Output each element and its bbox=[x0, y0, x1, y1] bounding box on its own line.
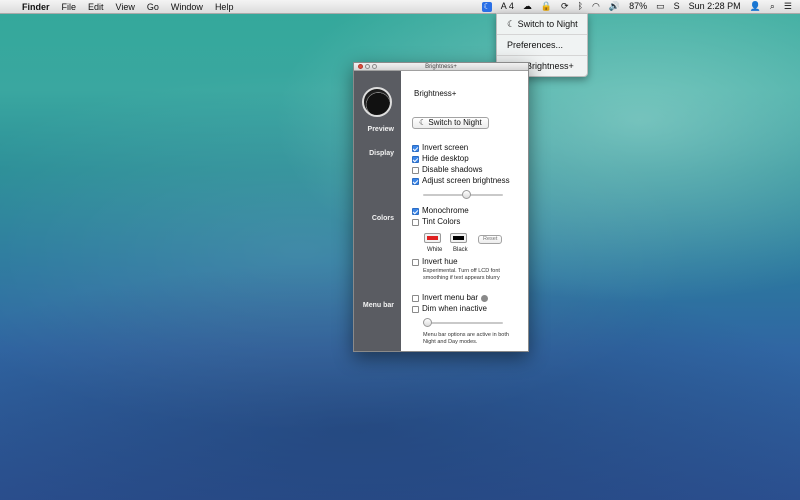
adobe-icon[interactable]: A 4 bbox=[501, 2, 514, 11]
volume-icon[interactable]: 🔊 bbox=[609, 2, 620, 11]
switch-to-night-button[interactable]: ☾ Switch to Night bbox=[412, 117, 489, 129]
monochrome-label: Monochrome bbox=[422, 206, 469, 215]
app-name-label: Brightness+ bbox=[414, 89, 457, 98]
lock-icon[interactable]: 🔒 bbox=[541, 2, 552, 11]
invert-screen-checkbox[interactable] bbox=[412, 144, 419, 152]
invert-hue-label: Invert hue bbox=[422, 257, 458, 266]
menu-file[interactable]: File bbox=[62, 2, 77, 12]
menu-bar-preview-dot-icon bbox=[481, 294, 489, 302]
black-color-fill bbox=[453, 236, 464, 240]
invert-menu-bar-label: Invert menu bar bbox=[422, 293, 479, 302]
disable-shadows-checkbox[interactable] bbox=[412, 166, 419, 174]
disable-shadows-option[interactable]: Disable shadows bbox=[412, 165, 482, 175]
invert-hue-note: Experimental. Turn off LCD font smoothin… bbox=[423, 268, 500, 281]
preview-eye-icon bbox=[362, 87, 392, 117]
notification-center-icon[interactable]: ☰ bbox=[784, 2, 792, 11]
white-label: White bbox=[427, 247, 443, 253]
tint-colors-checkbox[interactable] bbox=[412, 218, 419, 226]
reset-colors-button[interactable]: Reset bbox=[478, 235, 503, 244]
skype-icon[interactable]: S bbox=[674, 2, 680, 11]
clock[interactable]: Sun 2:28 PM bbox=[689, 2, 741, 11]
preferences-window: Brightness+ Preview Display Colors Menu … bbox=[353, 62, 529, 352]
spotlight-search-icon[interactable]: ⌕ bbox=[770, 2, 775, 11]
section-label-preview: Preview bbox=[367, 126, 394, 133]
monochrome-checkbox[interactable] bbox=[412, 207, 419, 215]
white-color-well[interactable] bbox=[424, 233, 441, 243]
section-label-colors: Colors bbox=[371, 215, 394, 222]
menu-window[interactable]: Window bbox=[171, 2, 203, 12]
menu-bar: Finder File Edit View Go Window Help ☾ A… bbox=[0, 0, 800, 14]
adjust-brightness-label: Adjust screen brightness bbox=[422, 176, 510, 185]
invert-menu-bar-checkbox[interactable] bbox=[412, 294, 419, 302]
adjust-brightness-option[interactable]: Adjust screen brightness bbox=[412, 176, 510, 186]
menu-item-switch-to-night[interactable]: ☾ Switch to Night bbox=[497, 16, 587, 32]
window-titlebar[interactable]: Brightness+ bbox=[354, 63, 528, 71]
hide-desktop-label: Hide desktop bbox=[422, 154, 469, 163]
black-color-well[interactable] bbox=[450, 233, 467, 243]
invert-hue-checkbox[interactable] bbox=[412, 258, 419, 266]
menu-item-preferences[interactable]: Preferences... bbox=[497, 37, 587, 53]
dim-slider[interactable] bbox=[423, 318, 503, 327]
hide-desktop-option[interactable]: Hide desktop bbox=[412, 154, 469, 164]
dim-when-inactive-label: Dim when inactive bbox=[422, 304, 487, 313]
preferences-sidebar: Preview Display Colors Menu bar bbox=[354, 71, 401, 351]
section-label-display: Display bbox=[369, 150, 394, 157]
hide-desktop-checkbox[interactable] bbox=[412, 155, 419, 163]
monochrome-option[interactable]: Monochrome bbox=[412, 206, 469, 216]
invert-screen-option[interactable]: Invert screen bbox=[412, 143, 468, 153]
brightness-slider[interactable] bbox=[423, 190, 503, 199]
menu-go[interactable]: Go bbox=[147, 2, 159, 12]
menu-bar-note: Menu bar options are active in both Nigh… bbox=[423, 332, 509, 345]
tint-colors-option[interactable]: Tint Colors bbox=[412, 217, 460, 227]
wifi-icon[interactable]: ◠ bbox=[592, 2, 600, 11]
invert-screen-label: Invert screen bbox=[422, 143, 469, 152]
menu-help[interactable]: Help bbox=[215, 2, 234, 12]
menu-view[interactable]: View bbox=[116, 2, 135, 12]
section-label-menu-bar: Menu bar bbox=[362, 302, 394, 309]
brightness-slider-knob[interactable] bbox=[462, 190, 472, 199]
tint-colors-label: Tint Colors bbox=[422, 217, 461, 226]
user-icon[interactable]: 👤 bbox=[750, 2, 761, 11]
menu-separator bbox=[497, 34, 587, 35]
disable-shadows-label: Disable shadows bbox=[422, 165, 483, 174]
menu-app-finder[interactable]: Finder bbox=[22, 2, 50, 12]
white-color-fill bbox=[427, 236, 438, 240]
battery-percent[interactable]: 87% bbox=[629, 2, 647, 11]
menu-edit[interactable]: Edit bbox=[88, 2, 104, 12]
bluetooth-icon[interactable]: ᛒ bbox=[578, 2, 583, 11]
black-label: Black bbox=[453, 247, 468, 253]
time-machine-icon[interactable]: ⟳ bbox=[561, 2, 569, 11]
cloud-icon[interactable]: ☁ bbox=[523, 2, 532, 11]
invert-menu-bar-option[interactable]: Invert menu bar bbox=[412, 293, 489, 303]
menu-separator bbox=[497, 55, 587, 56]
adobe-count: 4 bbox=[508, 1, 514, 11]
invert-hue-option[interactable]: Invert hue bbox=[412, 257, 458, 267]
brightness-menu-icon[interactable]: ☾ bbox=[481, 1, 492, 12]
dim-when-inactive-option[interactable]: Dim when inactive bbox=[412, 304, 487, 314]
adjust-brightness-checkbox[interactable] bbox=[412, 177, 419, 185]
battery-icon[interactable]: ▭ bbox=[656, 2, 665, 11]
dim-slider-knob[interactable] bbox=[423, 318, 432, 327]
window-title: Brightness+ bbox=[425, 64, 457, 70]
preferences-content: Brightness+ ☾ Switch to Night Invert scr… bbox=[401, 71, 528, 351]
dim-when-inactive-checkbox[interactable] bbox=[412, 305, 419, 313]
